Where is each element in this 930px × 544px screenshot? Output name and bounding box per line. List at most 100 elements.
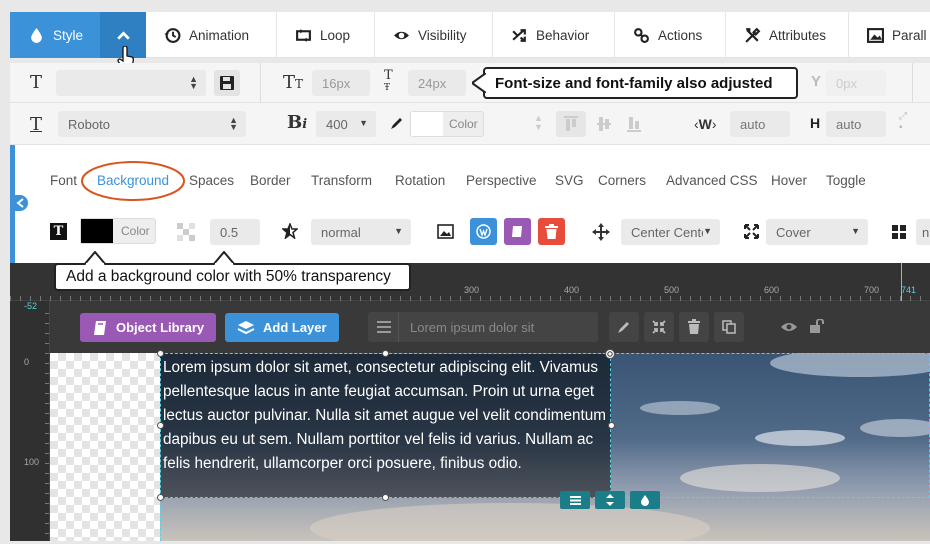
tab-behavior-label: Behavior	[536, 27, 590, 43]
subtab-border[interactable]: Border	[250, 173, 291, 188]
object-library-button-small[interactable]	[504, 218, 531, 245]
subtab-toggle[interactable]: Toggle	[826, 173, 866, 188]
tab-style[interactable]: Style	[10, 12, 100, 58]
font-family-select[interactable]: Roboto ▲ ▼	[58, 111, 246, 137]
vruler-tick	[45, 333, 49, 334]
layers-icon	[237, 320, 255, 334]
resize-handle[interactable]	[382, 494, 389, 501]
bg-position-value: Center Center	[631, 224, 703, 240]
layer-name-field[interactable]: Lorem ipsum dolor sit	[368, 312, 598, 342]
resize-handle[interactable]	[157, 350, 164, 357]
font-size-input[interactable]: 16px	[312, 70, 370, 96]
tab-parallax[interactable]: Parall	[849, 12, 930, 58]
height-icon: H	[810, 115, 821, 131]
vruler-tick	[45, 423, 49, 424]
edit-layer-button[interactable]	[609, 312, 639, 342]
up-down-arrows-icon	[606, 494, 614, 506]
resize-handle[interactable]	[382, 350, 389, 357]
add-layer-button[interactable]: Add Layer	[225, 313, 339, 342]
background-callout: Add a background color with 50% transpar…	[54, 263, 411, 291]
subtab-corners[interactable]: Corners	[598, 173, 646, 188]
height-input[interactable]: auto	[826, 111, 886, 137]
opacity-icon	[177, 223, 195, 241]
text-color-label: Color	[449, 117, 478, 131]
highlight-circle	[81, 161, 185, 201]
subtab-spaces[interactable]: Spaces	[189, 173, 234, 188]
bg-repeat-select[interactable]: n	[916, 219, 930, 245]
vruler-tick	[45, 433, 49, 434]
tab-behavior[interactable]: Behavior	[493, 12, 615, 58]
layer-toolbar: Object Library Add Layer Lorem ipsum dol…	[50, 301, 930, 353]
menu-icon	[569, 495, 581, 505]
resize-handle[interactable]	[157, 494, 164, 501]
bg-blend-select[interactable]: normal ▼	[311, 219, 411, 245]
lock-ratio-icon[interactable]: ⤢ ▪	[899, 111, 907, 133]
ruler-label: 600	[764, 285, 780, 295]
bg-position-select[interactable]: Center Center▼	[621, 219, 720, 245]
subtab-perspective[interactable]: Perspective	[466, 173, 537, 188]
font-weight-value: 400	[326, 116, 348, 132]
wordpress-icon	[476, 224, 491, 239]
duplicate-layer-button[interactable]	[714, 312, 744, 342]
tab-loop-label: Loop	[320, 27, 351, 43]
bg-size-value: Cover	[776, 224, 811, 240]
image-icon	[437, 224, 454, 239]
line-height-input[interactable]: 24px	[408, 70, 466, 96]
divider	[260, 63, 261, 103]
style-preset-select[interactable]: ▲ ▼	[56, 70, 206, 96]
bg-opacity-value: 0.5	[220, 224, 239, 240]
delete-layer-button[interactable]	[679, 312, 709, 342]
width-input[interactable]: auto	[730, 111, 790, 137]
text-layer[interactable]: Lorem ipsum dolor sit amet, consectetur …	[160, 353, 611, 498]
font-callout: Font-size and font-family also adjusted	[483, 67, 798, 99]
tab-animation[interactable]: Animation	[146, 12, 277, 58]
drop-icon	[641, 494, 649, 506]
unlock-icon[interactable]	[810, 319, 826, 333]
bg-color-picker[interactable]: Color	[80, 218, 156, 244]
drop-icon	[31, 27, 42, 43]
rotate-icon	[607, 351, 613, 357]
resize-layer-button[interactable]	[644, 312, 674, 342]
vruler-tick	[45, 353, 49, 354]
caret-down-icon: ▼	[359, 118, 368, 128]
link-icon	[634, 27, 649, 43]
tab-bar: Style Animation Loop Visibility Behavior…	[10, 12, 930, 58]
subtab-rotation[interactable]: Rotation	[395, 173, 445, 188]
font-weight-select[interactable]: 400 ▼	[316, 111, 376, 137]
layer-style-button[interactable]	[630, 491, 660, 509]
resize-handle[interactable]	[157, 422, 164, 429]
tab-loop[interactable]: Loop	[277, 12, 375, 58]
text-layer-content: Lorem ipsum dolor sit amet, consectetur …	[163, 359, 606, 472]
align-bottom-icon[interactable]	[627, 116, 641, 132]
panel-collapse-button[interactable]	[14, 195, 28, 211]
wordpress-media-button[interactable]	[470, 218, 497, 245]
layer-position-button[interactable]	[595, 491, 625, 509]
subtab-hover[interactable]: Hover	[771, 173, 807, 188]
divider	[912, 63, 913, 103]
remove-bg-image-button[interactable]	[538, 218, 565, 245]
subtab-svg[interactable]: SVG	[555, 173, 584, 188]
resize-handle[interactable]	[608, 422, 615, 429]
tab-actions-label: Actions	[658, 27, 703, 43]
object-library-label: Object Library	[116, 320, 205, 335]
letter-spacing-input[interactable]: 0px	[826, 70, 886, 96]
vruler-tick	[45, 313, 49, 314]
eye-icon[interactable]	[780, 321, 798, 333]
subtab-advanced-css[interactable]: Advanced CSS	[666, 173, 758, 188]
object-library-button[interactable]: Object Library	[80, 313, 216, 342]
tab-actions[interactable]: Actions	[615, 12, 726, 58]
align-middle-icon[interactable]	[597, 116, 611, 132]
line-height-value: 24px	[418, 75, 447, 91]
tab-attributes[interactable]: Attributes	[726, 12, 849, 58]
save-style-button[interactable]	[214, 70, 240, 96]
rotate-handle[interactable]	[605, 349, 615, 359]
layer-menu-button[interactable]	[560, 491, 590, 509]
text-color-picker[interactable]: Color	[410, 111, 484, 137]
align-top-button[interactable]	[556, 111, 586, 137]
layer-name-text: Lorem ipsum dolor sit	[410, 320, 535, 335]
bg-opacity-input[interactable]: 0.5	[210, 219, 260, 245]
subtab-font[interactable]: Font	[50, 173, 77, 188]
bg-size-select[interactable]: Cover ▼	[766, 219, 868, 245]
tab-visibility[interactable]: Visibility	[375, 12, 493, 58]
subtab-transform[interactable]: Transform	[311, 173, 372, 188]
